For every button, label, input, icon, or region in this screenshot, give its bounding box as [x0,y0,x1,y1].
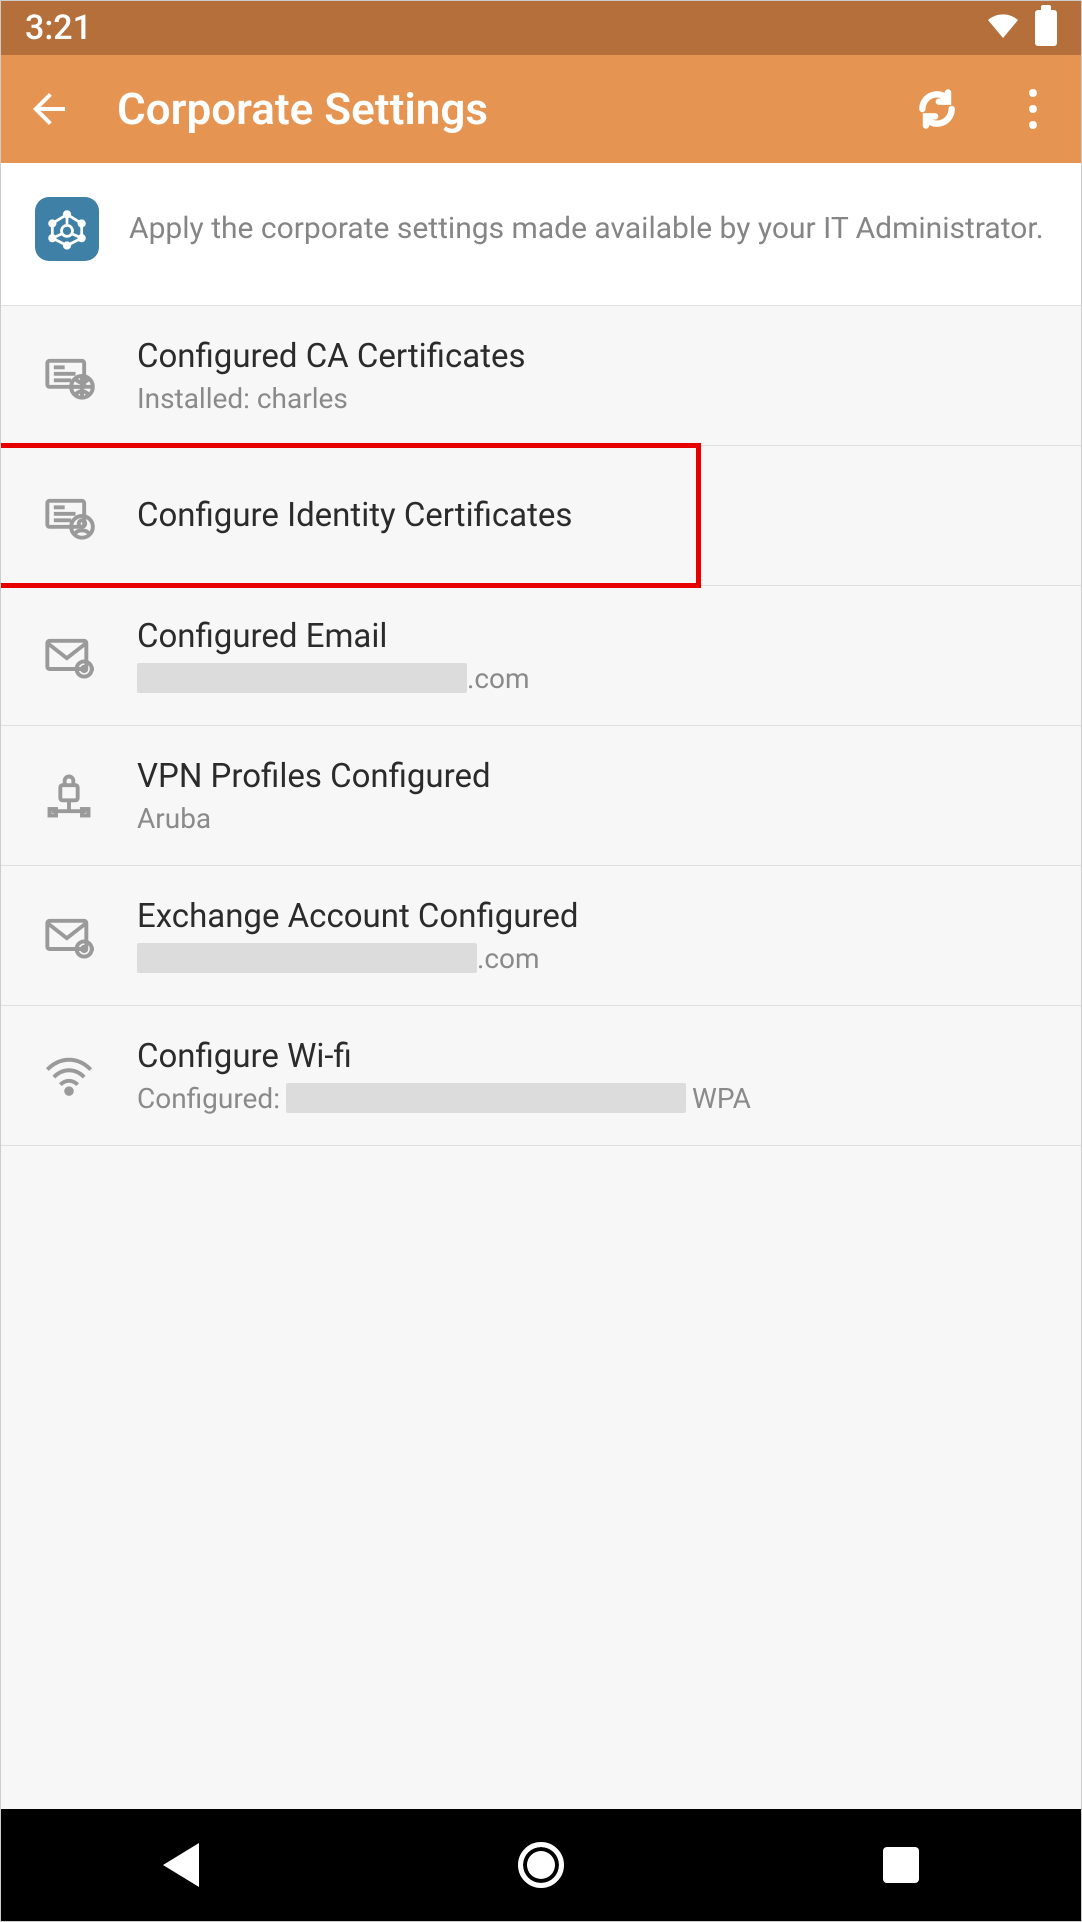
row-vpn[interactable]: VPN Profiles Configured Aruba [1,726,1081,866]
row-title: Configure Identity Certificates [137,496,1041,535]
nav-back-button[interactable] [151,1835,211,1895]
certificate-globe-icon [41,350,97,402]
row-title: Configure Wi-fi [137,1037,1041,1076]
row-title: VPN Profiles Configured [137,757,1041,796]
mail-gear-icon [41,910,97,962]
row-identity-certificates[interactable]: Configure Identity Certificates [1,446,1081,586]
row-subtitle: .com [137,662,1041,695]
page-title: Corporate Settings [117,83,869,135]
status-bar: 3:21 [1,1,1081,55]
wifi-indicator-icon [985,8,1021,48]
redacted-text [286,1083,686,1113]
nav-home-button[interactable] [511,1835,571,1895]
row-wifi[interactable]: Configure Wi-fi Configured: WPA [1,1006,1081,1146]
intro-text: Apply the corporate settings made availa… [129,209,1044,250]
row-title: Configured Email [137,617,1041,656]
row-title: Exchange Account Configured [137,897,1041,936]
row-email[interactable]: Configured Email .com [1,586,1081,726]
app-icon [35,197,99,261]
settings-list: Configured CA Certificates Installed: ch… [1,305,1081,1809]
row-subtitle: Aruba [137,802,1041,835]
navigation-bar [1,1809,1081,1921]
certificate-user-icon [41,490,97,542]
nav-recent-button[interactable] [871,1835,931,1895]
battery-indicator-icon [1035,10,1057,46]
intro-section: Apply the corporate settings made availa… [1,163,1081,305]
redacted-text [137,663,467,693]
redacted-text [137,943,477,973]
refresh-button[interactable] [909,81,965,137]
row-ca-certificates[interactable]: Configured CA Certificates Installed: ch… [1,306,1081,446]
row-exchange[interactable]: Exchange Account Configured .com [1,866,1081,1006]
vpn-lock-icon [41,770,97,822]
mail-gear-icon [41,630,97,682]
row-subtitle: Installed: charles [137,382,1041,415]
status-time: 3:21 [25,8,92,48]
back-button[interactable] [21,81,77,137]
row-title: Configured CA Certificates [137,337,1041,376]
row-subtitle: .com [137,942,1041,975]
row-subtitle: Configured: WPA [137,1082,1041,1115]
wifi-icon [41,1050,97,1102]
app-bar: Corporate Settings [1,55,1081,163]
overflow-menu-button[interactable] [1005,81,1061,137]
